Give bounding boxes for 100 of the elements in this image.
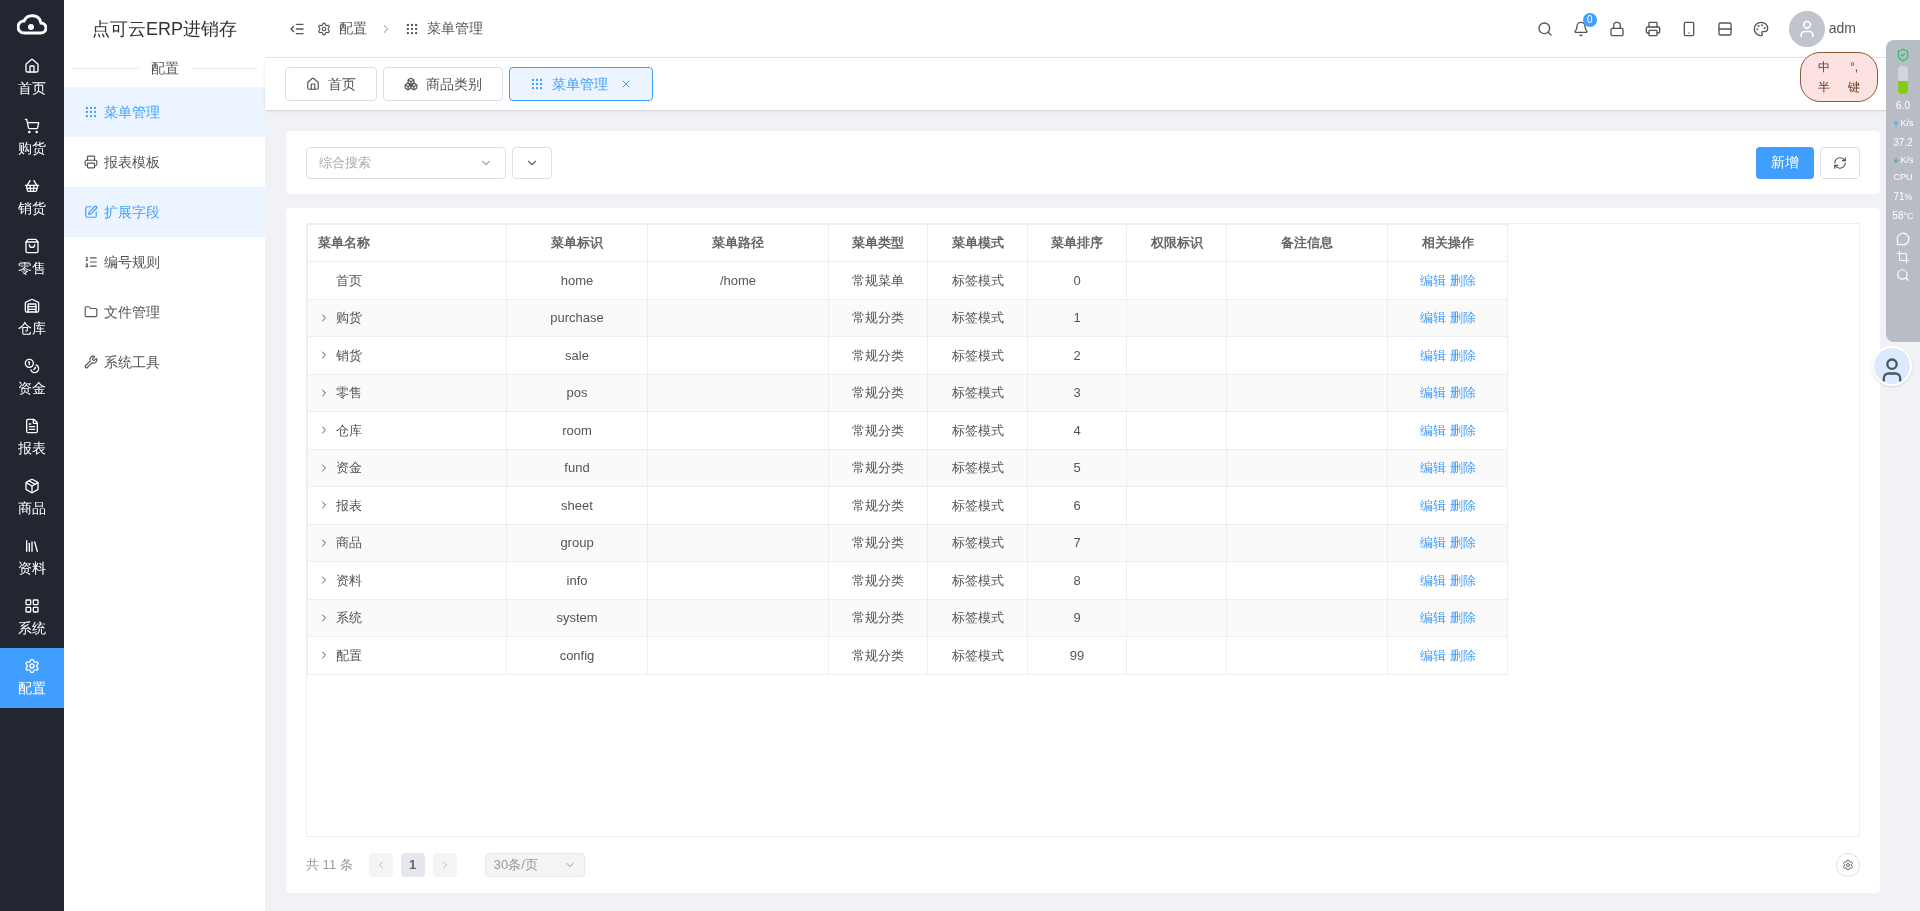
action-link[interactable]: 删除 xyxy=(1449,383,1476,403)
menu-name: 销货 xyxy=(336,346,362,365)
menu-item[interactable]: 编号规则 xyxy=(64,237,265,287)
lock-icon[interactable] xyxy=(1608,20,1625,37)
table-cell: 常规分类 xyxy=(828,599,928,637)
table-cell: system xyxy=(506,599,648,637)
crop-icon[interactable] xyxy=(1896,249,1910,264)
action-link[interactable]: 删除 xyxy=(1449,645,1476,665)
nav-item[interactable]: 零售 xyxy=(0,228,64,288)
table-cell: 标签模式 xyxy=(927,449,1028,487)
search-icon[interactable] xyxy=(1536,20,1553,37)
list-icon xyxy=(84,255,98,269)
action-link[interactable]: 删除 xyxy=(1449,570,1476,590)
grid-icon xyxy=(24,597,40,614)
menu-name: 资料 xyxy=(336,571,362,590)
table-cell: pos xyxy=(506,374,648,412)
menu-name: 零售 xyxy=(336,384,362,402)
table-cell: 常规分类 xyxy=(828,299,928,337)
menu-item[interactable]: 扩展字段 xyxy=(64,187,265,237)
table-cell: 2 xyxy=(1027,336,1127,374)
table-cell: 常规分类 xyxy=(828,411,928,449)
ime-status: 中 xyxy=(1818,59,1830,76)
expand-button[interactable] xyxy=(512,146,552,179)
nav-item[interactable]: 首页 xyxy=(0,48,64,108)
table-cell: 常规分类 xyxy=(828,374,928,412)
assistant-avatar[interactable] xyxy=(1872,346,1912,386)
action-link[interactable]: 编辑 xyxy=(1419,645,1446,665)
prev-page-button[interactable] xyxy=(368,853,393,877)
page-tab[interactable]: 首页 xyxy=(285,67,377,101)
action-link[interactable]: 删除 xyxy=(1449,270,1476,290)
column-header: 菜单模式 xyxy=(927,224,1028,262)
breadcrumb-item[interactable]: 菜单管理 xyxy=(427,18,483,39)
menu-item[interactable]: 报表模板 xyxy=(64,137,265,187)
table-cell: 常规分类 xyxy=(828,524,928,562)
table-cell: info xyxy=(506,561,648,599)
page-button[interactable]: 1 xyxy=(400,853,425,877)
action-link[interactable]: 编辑 xyxy=(1419,533,1446,553)
column-header: 菜单名称 xyxy=(307,224,507,262)
download-unit: K/s xyxy=(1900,153,1914,167)
action-link[interactable]: 编辑 xyxy=(1419,458,1446,478)
column-header: 相关操作 xyxy=(1387,224,1508,262)
nav-item[interactable]: 系统 xyxy=(0,588,64,648)
column-header: 菜单标识 xyxy=(506,224,648,262)
action-link[interactable]: 删除 xyxy=(1449,345,1476,365)
dots-grid-icon xyxy=(84,105,98,119)
table-cell: fund xyxy=(506,449,648,487)
breadcrumb-item[interactable]: 配置 xyxy=(339,18,367,39)
layout-icon[interactable] xyxy=(1716,20,1733,37)
warehouse-icon xyxy=(24,297,40,314)
search-select[interactable]: 综合搜索 xyxy=(306,146,506,179)
page-size-select[interactable]: 30条/页 xyxy=(484,853,585,877)
bell-icon[interactable] xyxy=(1572,20,1589,37)
action-link[interactable]: 编辑 xyxy=(1419,270,1446,290)
action-link[interactable]: 编辑 xyxy=(1419,420,1446,440)
nav-item[interactable]: 购货 xyxy=(0,108,64,168)
page-tab[interactable]: 商品类别 xyxy=(383,67,503,101)
add-button[interactable]: 新增 xyxy=(1756,146,1814,179)
action-link[interactable]: 删除 xyxy=(1449,308,1476,328)
action-link[interactable]: 编辑 xyxy=(1419,345,1446,365)
nav-item[interactable]: 资金 xyxy=(0,348,64,408)
column-header: 备注信息 xyxy=(1226,224,1388,262)
nav-item[interactable]: 报表 xyxy=(0,408,64,468)
action-link[interactable]: 编辑 xyxy=(1419,495,1446,515)
action-link[interactable]: 编辑 xyxy=(1419,570,1446,590)
table-cell: room xyxy=(506,411,648,449)
user-name[interactable]: adm xyxy=(1828,18,1856,39)
menu-item[interactable]: 系统工具 xyxy=(64,337,265,387)
action-link[interactable]: 编辑 xyxy=(1419,308,1446,328)
menu-item[interactable]: 文件管理 xyxy=(64,287,265,337)
action-link[interactable]: 删除 xyxy=(1449,458,1476,478)
palette-icon[interactable] xyxy=(1752,20,1769,37)
printer-icon[interactable] xyxy=(1644,20,1661,37)
action-link[interactable]: 删除 xyxy=(1449,608,1476,628)
action-link[interactable]: 删除 xyxy=(1449,533,1476,553)
action-link[interactable]: 删除 xyxy=(1449,420,1476,440)
action-link[interactable]: 编辑 xyxy=(1419,608,1446,628)
nav-item[interactable]: 资料 xyxy=(0,528,64,588)
table-cell: sale xyxy=(506,336,648,374)
dots-grid-icon xyxy=(530,77,544,91)
next-page-button[interactable] xyxy=(432,853,457,877)
wrench-icon xyxy=(84,355,98,369)
action-link[interactable]: 删除 xyxy=(1449,495,1476,515)
table-cell: 标签模式 xyxy=(927,299,1028,337)
arrow-down-icon xyxy=(1892,156,1901,165)
chat-icon[interactable] xyxy=(1896,231,1910,246)
table-cell: 标签模式 xyxy=(927,486,1028,524)
table-cell: 99 xyxy=(1027,636,1127,674)
nav-item[interactable]: 配置 xyxy=(0,648,64,708)
nav-item[interactable]: 商品 xyxy=(0,468,64,528)
ime-status: °, xyxy=(1849,59,1859,76)
nav-item[interactable]: 仓库 xyxy=(0,288,64,348)
menu-name: 商品 xyxy=(336,534,362,552)
close-icon[interactable] xyxy=(620,78,632,90)
page-tab[interactable]: 菜单管理 xyxy=(509,67,653,101)
action-link[interactable]: 编辑 xyxy=(1419,383,1446,403)
nav-item[interactable]: 销货 xyxy=(0,168,64,228)
user-avatar[interactable] xyxy=(1788,10,1825,47)
menu-item[interactable]: 菜单管理 xyxy=(64,87,265,137)
refresh-button[interactable] xyxy=(1820,146,1860,179)
table-cell: 常规分类 xyxy=(828,336,928,374)
